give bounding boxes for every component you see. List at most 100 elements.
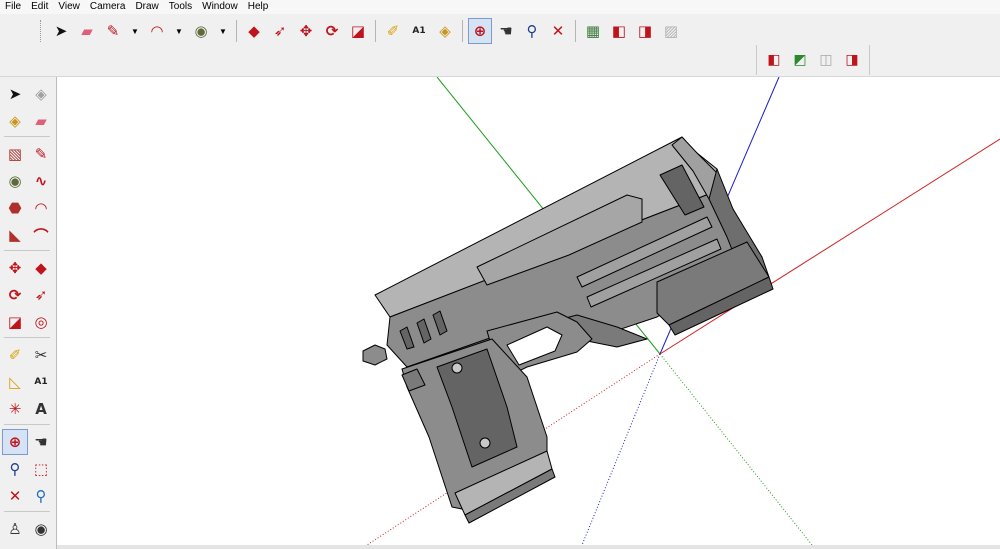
- text-button[interactable]: A1: [407, 18, 431, 44]
- zoom-window-button[interactable]: ⬚: [28, 456, 54, 482]
- offset-button[interactable]: ◎: [28, 309, 54, 335]
- scale-button[interactable]: ◪: [2, 309, 28, 335]
- get-models-button[interactable]: ◧: [607, 18, 631, 44]
- tape-measure-button[interactable]: ✐: [381, 18, 405, 44]
- follow-me-icon: ➶: [273, 22, 287, 40]
- menu-help[interactable]: Help: [243, 0, 274, 14]
- pencil-button[interactable]: ✎: [101, 18, 125, 44]
- orbit-button[interactable]: ⊕: [2, 429, 28, 455]
- palette-row: ⟳ ➶: [2, 282, 54, 308]
- zoom-extents-button[interactable]: ✕: [2, 483, 28, 509]
- menu-file[interactable]: File: [0, 0, 26, 14]
- toolbar-separator: [375, 20, 376, 42]
- arc-icon: ◠: [151, 22, 163, 40]
- rectangle-button[interactable]: ▧: [2, 141, 28, 167]
- position-camera-button[interactable]: ♙: [2, 516, 28, 542]
- dimension-button[interactable]: ✂: [28, 342, 54, 368]
- 3d-text-button[interactable]: A: [28, 396, 54, 422]
- look-around-button[interactable]: ◉: [28, 516, 54, 542]
- left-tool-palette: ➤ ◈ ◈ ▰ ▧ ✎ ◉ ∿ ⬣ ◠ ◣ ⌒ ✥ ◆ ⟳ ➶ ◪ ◎ ✐ ✂ ◺ A1 ✳ A ⊕ ☚ ⚲ ⬚ ✕ ⚲ ♙ ◉: [0, 77, 57, 549]
- axes-button[interactable]: ✳: [2, 396, 28, 422]
- rotate-icon: ⟳: [8, 286, 22, 304]
- extension-warehouse-button[interactable]: ▨: [659, 18, 683, 44]
- arc-button[interactable]: ◠: [28, 195, 54, 221]
- arc-dropdown-arrow[interactable]: ▼: [171, 18, 187, 44]
- warehouse-button[interactable]: ▦: [581, 18, 605, 44]
- previous-view-button[interactable]: ⚲: [28, 483, 54, 509]
- zoom-icon: ⚲: [9, 460, 21, 478]
- menu-draw[interactable]: Draw: [130, 0, 163, 14]
- eraser-button[interactable]: ▰: [75, 18, 99, 44]
- 3d-viewport[interactable]: [57, 77, 1000, 545]
- freehand-button[interactable]: ∿: [28, 168, 54, 194]
- select-tool-button[interactable]: ➤: [2, 81, 28, 107]
- eye-icon: ◉: [34, 520, 48, 538]
- toolbar-area: ➤ ▰ ✎ ▼ ◠ ▼ ◉ ▼ ◆ ➶ ✥ ⟳ ◪ ✐ A1 ◈ ⊕ ☚ ⚲ ✕ ▦ ◧ ◨ ▨ ◧ ◩ ◫ ◨: [0, 14, 1000, 77]
- zoom-window-icon: ⬚: [33, 460, 49, 478]
- pencil-dropdown-arrow[interactable]: ▼: [127, 18, 143, 44]
- rotate-icon: ⟳: [325, 22, 339, 40]
- select-tool-button[interactable]: ➤: [49, 18, 73, 44]
- menu-window[interactable]: Window: [197, 0, 243, 14]
- zoom-button[interactable]: ⚲: [520, 18, 544, 44]
- text-button[interactable]: A1: [28, 369, 54, 395]
- tape-measure-icon: ✐: [8, 346, 22, 364]
- orbit-button[interactable]: ⊕: [468, 18, 492, 44]
- warehouse-share-button[interactable]: ◨: [840, 47, 864, 73]
- grip-screw-bottom: [479, 437, 491, 449]
- extension-icon: ▨: [663, 22, 679, 40]
- push-pull-button[interactable]: ◆: [242, 18, 266, 44]
- tape-measure-button[interactable]: ✐: [2, 342, 28, 368]
- main-toolbar: ➤ ▰ ✎ ▼ ◠ ▼ ◉ ▼ ◆ ➶ ✥ ⟳ ◪ ✐ A1 ◈ ⊕ ☚ ⚲ ✕ ▦ ◧ ◨ ▨: [40, 16, 684, 46]
- warehouse-upload-button[interactable]: ◩: [788, 47, 812, 73]
- palette-row: ◉ ∿: [2, 168, 54, 194]
- warehouse-get-button[interactable]: ◧: [762, 47, 786, 73]
- pan-button[interactable]: ☚: [28, 429, 54, 455]
- move-button[interactable]: ✥: [2, 255, 28, 281]
- palette-separator: [4, 424, 50, 425]
- share-model-button[interactable]: ◨: [633, 18, 657, 44]
- warehouse-disabled-button[interactable]: ◫: [814, 47, 838, 73]
- polygon-button[interactable]: ⬣: [2, 195, 28, 221]
- move-icon: ✥: [299, 22, 313, 40]
- paint-bucket-button[interactable]: ◈: [433, 18, 457, 44]
- follow-me-button[interactable]: ➶: [28, 282, 54, 308]
- pistol-model[interactable]: [362, 136, 774, 524]
- share-model-icon: ◨: [637, 22, 653, 40]
- make-component-button[interactable]: ◈: [28, 81, 54, 107]
- grip-screw-top: [451, 362, 463, 374]
- palette-row: ◈ ▰: [2, 108, 54, 134]
- zoom-extents-button[interactable]: ✕: [546, 18, 570, 44]
- rotate-button[interactable]: ⟳: [320, 18, 344, 44]
- position-camera-icon: ♙: [8, 520, 22, 538]
- two-point-arc-icon: ⌒: [33, 226, 49, 245]
- protractor-button[interactable]: ◺: [2, 369, 28, 395]
- orbit-icon: ⊕: [473, 22, 487, 40]
- blue-axis-dotted: [581, 353, 661, 545]
- push-pull-button[interactable]: ◆: [28, 255, 54, 281]
- paint-bucket-button[interactable]: ◈: [2, 108, 28, 134]
- menu-edit[interactable]: Edit: [26, 0, 53, 14]
- toolbar-grip[interactable]: [40, 20, 44, 42]
- circle-button[interactable]: ◉: [2, 168, 28, 194]
- scale-button[interactable]: ◪: [346, 18, 370, 44]
- rotate-button[interactable]: ⟳: [2, 282, 28, 308]
- hammer: [362, 344, 388, 366]
- pencil-icon: ✎: [34, 145, 48, 163]
- pie-button[interactable]: ◣: [2, 222, 28, 248]
- pan-button[interactable]: ☚: [494, 18, 518, 44]
- menu-tools[interactable]: Tools: [164, 0, 197, 14]
- move-button[interactable]: ✥: [294, 18, 318, 44]
- menu-view[interactable]: View: [53, 0, 85, 14]
- arrow-cursor-icon: ➤: [54, 22, 68, 40]
- line-button[interactable]: ✎: [28, 141, 54, 167]
- model-canvas[interactable]: [57, 77, 1000, 545]
- arc-button[interactable]: ◠: [145, 18, 169, 44]
- zoom-button[interactable]: ⚲: [2, 456, 28, 482]
- two-point-arc-button[interactable]: ⌒: [28, 222, 54, 248]
- follow-me-button[interactable]: ➶: [268, 18, 292, 44]
- circle-dropdown-arrow[interactable]: ▼: [215, 18, 231, 44]
- menu-camera[interactable]: Camera: [85, 0, 131, 14]
- eraser-button[interactable]: ▰: [28, 108, 54, 134]
- circle-button[interactable]: ◉: [189, 18, 213, 44]
